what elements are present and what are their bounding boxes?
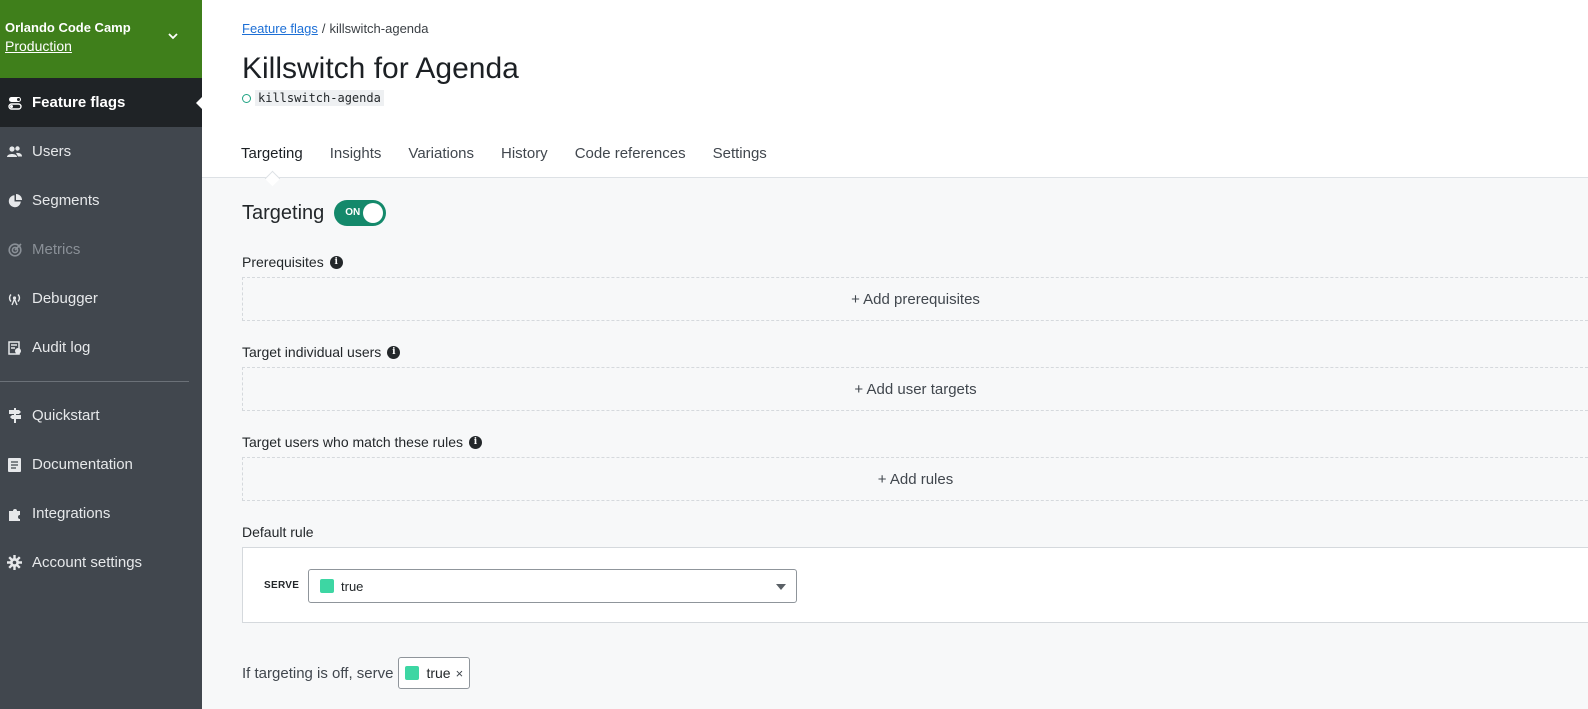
selected-variation: true xyxy=(341,578,364,594)
toggle-state-label: ON xyxy=(345,207,361,218)
rules-heading: Target users who match these rules i xyxy=(242,434,482,450)
sidebar-item-account-settings[interactable]: Account settings xyxy=(0,538,202,587)
page-title: Killswitch for Agenda xyxy=(242,52,519,85)
variation-color-swatch xyxy=(320,579,334,593)
flag-key: killswitch-agenda xyxy=(242,90,384,106)
tab-code-references[interactable]: Code references xyxy=(575,145,686,178)
targeting-panel: Targeting ON Prerequisites i + Add prere… xyxy=(202,179,1588,709)
breadcrumb: Feature flags / killswitch-agenda xyxy=(242,21,429,36)
sidebar-item-label: Account settings xyxy=(32,554,143,571)
breadcrumb-current: killswitch-agenda xyxy=(329,21,429,36)
individual-targets-heading: Target individual users i xyxy=(242,344,401,360)
sidebar-item-debugger[interactable]: Debugger xyxy=(0,274,202,323)
default-rule-card: SERVE true xyxy=(242,547,1588,623)
sidebar-item-metrics[interactable]: Metrics xyxy=(0,225,202,274)
tab-bar: Targeting Insights Variations History Co… xyxy=(241,145,794,178)
audit-icon xyxy=(7,340,22,355)
puzzle-icon xyxy=(7,506,22,521)
users-icon xyxy=(7,144,22,159)
add-rules-button[interactable]: + Add rules xyxy=(242,457,1588,501)
sidebar: Orlando Code Camp Production Feature fla… xyxy=(0,0,202,709)
targeting-label: Targeting xyxy=(242,201,325,224)
sidebar-item-label: Audit log xyxy=(32,339,91,356)
caret-down-icon xyxy=(776,584,786,590)
default-rule-heading: Default rule xyxy=(242,524,314,540)
sidebar-item-label: Documentation xyxy=(32,456,133,473)
off-variation-row: If targeting is off, serve true × xyxy=(242,657,471,689)
signpost-icon xyxy=(7,408,22,423)
chevron-down-icon[interactable] xyxy=(168,31,178,41)
tab-history[interactable]: History xyxy=(501,145,548,178)
off-variation-value: true xyxy=(426,665,451,681)
tab-settings[interactable]: Settings xyxy=(713,145,767,178)
status-dot-icon xyxy=(242,93,251,103)
pie-icon xyxy=(7,193,22,208)
sidebar-item-label: Users xyxy=(32,143,72,160)
sidebar-item-quickstart[interactable]: Quickstart xyxy=(0,391,202,440)
flag-header: Feature flags / killswitch-agenda Killswit… xyxy=(202,0,1588,178)
tab-targeting[interactable]: Targeting xyxy=(241,145,303,178)
variation-color-swatch xyxy=(405,666,420,680)
targeting-toggle[interactable]: ON xyxy=(334,200,387,226)
serve-label: SERVE xyxy=(264,580,300,591)
sidebar-item-label: Debugger xyxy=(32,290,98,307)
targeting-header: Targeting ON xyxy=(242,200,387,226)
toggle-icon xyxy=(7,95,22,110)
sidebar-divider xyxy=(0,381,189,382)
sidebar-item-label: Quickstart xyxy=(32,407,100,424)
project-switcher[interactable]: Orlando Code Camp Production xyxy=(0,0,202,78)
add-user-targets-button[interactable]: + Add user targets xyxy=(242,367,1588,411)
tab-insights[interactable]: Insights xyxy=(330,145,382,178)
sidebar-item-feature-flags[interactable]: Feature flags xyxy=(0,78,202,127)
close-icon[interactable]: × xyxy=(456,666,464,681)
info-icon[interactable]: i xyxy=(469,435,482,449)
prerequisites-heading: Prerequisites i xyxy=(242,254,343,270)
info-icon[interactable]: i xyxy=(329,255,343,269)
target-icon xyxy=(7,242,22,257)
sidebar-item-integrations[interactable]: Integrations xyxy=(0,489,202,538)
info-icon[interactable]: i xyxy=(387,345,401,359)
rules-label: Target users who match these rules xyxy=(242,434,463,450)
breadcrumb-separator: / xyxy=(321,21,326,36)
default-variation-select[interactable]: true xyxy=(308,569,797,603)
off-variation-chip[interactable]: true × xyxy=(398,657,471,689)
breadcrumb-feature-flags-link[interactable]: Feature flags xyxy=(242,21,318,36)
individual-targets-label: Target individual users xyxy=(242,344,382,360)
flag-key-text[interactable]: killswitch-agenda xyxy=(255,90,384,106)
sidebar-item-segments[interactable]: Segments xyxy=(0,176,202,225)
toggle-knob xyxy=(363,203,384,223)
sidebar-item-documentation[interactable]: Documentation xyxy=(0,440,202,489)
sidebar-item-label: Integrations xyxy=(32,505,111,522)
gear-icon xyxy=(7,555,22,570)
book-icon xyxy=(7,457,22,472)
add-prerequisites-button[interactable]: + Add prerequisites xyxy=(242,277,1588,321)
tab-variations[interactable]: Variations xyxy=(408,145,474,178)
sidebar-item-label: Feature flags xyxy=(32,94,126,111)
prerequisites-label: Prerequisites xyxy=(242,254,324,270)
sidebar-item-audit-log[interactable]: Audit log xyxy=(0,323,202,372)
broadcast-icon xyxy=(7,291,22,306)
sidebar-item-label: Metrics xyxy=(32,241,81,258)
sidebar-item-label: Segments xyxy=(32,192,100,209)
off-variation-label: If targeting is off, serve xyxy=(242,664,394,682)
sidebar-item-users[interactable]: Users xyxy=(0,127,202,176)
default-rule-label: Default rule xyxy=(242,524,314,540)
